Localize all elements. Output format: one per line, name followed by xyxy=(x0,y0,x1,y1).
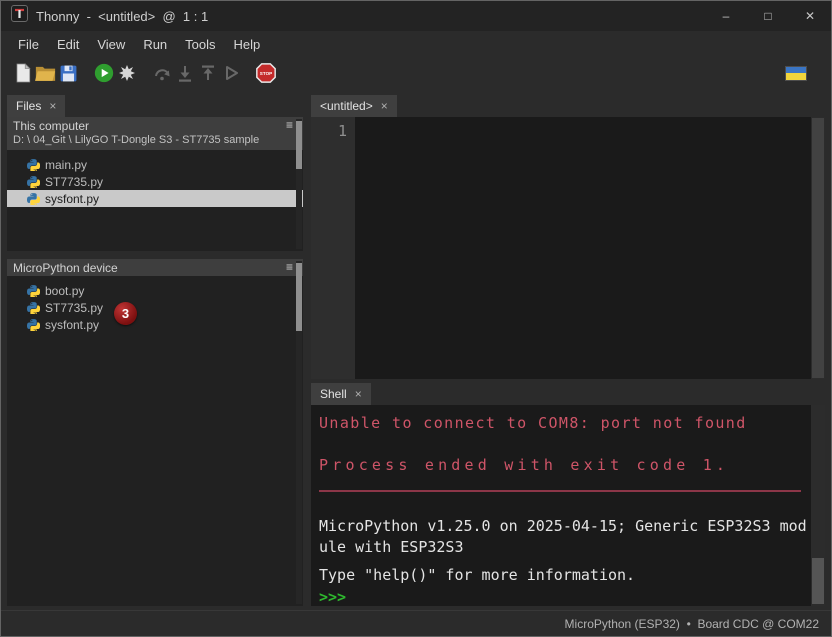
this-computer-header: This computer ≡ xyxy=(7,117,303,134)
pane-menu-icon[interactable]: ≡ xyxy=(286,260,293,274)
new-file-button[interactable] xyxy=(11,61,34,85)
step-out-icon xyxy=(198,63,218,83)
device-file-tree: boot.py ST7735.py sysfont.py xyxy=(7,276,303,333)
notification-badge: 3 xyxy=(114,302,137,325)
menu-item-help[interactable]: Help xyxy=(225,34,270,55)
shell-scrollbar[interactable] xyxy=(811,405,825,606)
save-icon xyxy=(59,64,78,83)
step-into-button[interactable] xyxy=(173,61,196,85)
this-computer-path: D: \ 04_Git \ LilyGO T-Dongle S3 - ST773… xyxy=(7,134,303,150)
menu-item-edit[interactable]: Edit xyxy=(48,34,88,55)
save-button[interactable] xyxy=(57,61,80,85)
thonny-window: Thonny - <untitled> @ 1 : 1 – □ ✕ File E… xyxy=(0,0,832,637)
shell: Unable to connect to COM8: port not foun… xyxy=(311,405,825,606)
run-button[interactable] xyxy=(92,61,115,85)
this-computer-pane: This computer ≡ D: \ 04_Git \ LilyGO T-D… xyxy=(7,117,303,251)
step-over-button[interactable] xyxy=(150,61,173,85)
resume-button[interactable] xyxy=(219,61,242,85)
titlebar[interactable]: Thonny - <untitled> @ 1 : 1 – □ ✕ xyxy=(1,1,831,31)
python-file-icon xyxy=(27,301,40,314)
shell-prompt[interactable]: >>> xyxy=(319,587,811,606)
shell-banner-line: MicroPython v1.25.0 on 2025-04-15; Gener… xyxy=(319,516,811,537)
line-number: 1 xyxy=(338,122,347,140)
python-file-icon xyxy=(27,158,40,171)
file-item-main-py[interactable]: main.py xyxy=(7,156,303,173)
editor-tab-close-icon[interactable]: × xyxy=(381,99,388,113)
menu-item-tools[interactable]: Tools xyxy=(176,34,224,55)
computer-file-tree: main.py ST7735.py sysfont.py xyxy=(7,150,303,207)
shell-output[interactable]: Unable to connect to COM8: port not foun… xyxy=(311,405,811,606)
micropython-device-pane: MicroPython device ≡ boot.py ST7735.py s… xyxy=(7,259,303,606)
maximize-button[interactable]: □ xyxy=(747,1,789,31)
window-controls: – □ ✕ xyxy=(705,1,831,31)
toolbar: STOP xyxy=(1,57,831,89)
svg-text:STOP: STOP xyxy=(259,71,271,76)
python-file-icon xyxy=(27,192,40,205)
editor: 1 xyxy=(311,117,825,379)
step-over-icon xyxy=(152,63,172,83)
device-files-scrollbar[interactable] xyxy=(296,261,302,604)
device-file-item-boot-py[interactable]: boot.py xyxy=(7,282,303,299)
line-number-gutter: 1 xyxy=(311,117,355,379)
ukraine-flag-icon[interactable] xyxy=(785,66,807,81)
stop-icon: STOP xyxy=(255,62,277,84)
shell-error-line: Process ended with exit code 1. xyxy=(319,455,811,476)
pane-menu-icon[interactable]: ≡ xyxy=(286,118,293,132)
menu-item-run[interactable]: Run xyxy=(134,34,176,55)
files-tab-close-icon[interactable]: × xyxy=(49,99,56,113)
menu-item-file[interactable]: File xyxy=(9,34,48,55)
files-scrollbar[interactable] xyxy=(296,119,302,249)
statusbar: MicroPython (ESP32) • Board CDC @ COM22 xyxy=(1,610,831,636)
editor-shell-column: <untitled> × 1 Shell × xyxy=(311,95,825,606)
window-title: Thonny - <untitled> @ 1 : 1 xyxy=(36,9,208,24)
device-header: MicroPython device ≡ xyxy=(7,259,303,276)
menu-item-view[interactable]: View xyxy=(88,34,134,55)
shell-banner-line: ule with ESP32S3 xyxy=(319,537,811,558)
thonny-logo-icon xyxy=(11,5,28,27)
file-item-sysfont-py[interactable]: sysfont.py xyxy=(7,190,303,207)
error-separator xyxy=(319,490,801,492)
shell-tab-close-icon[interactable]: × xyxy=(355,387,362,401)
python-file-icon xyxy=(27,175,40,188)
editor-tab[interactable]: <untitled> × xyxy=(311,95,397,117)
python-file-icon xyxy=(27,318,40,331)
resume-icon xyxy=(221,63,241,83)
step-out-button[interactable] xyxy=(196,61,219,85)
step-into-icon xyxy=(175,63,195,83)
code-area[interactable] xyxy=(355,117,811,379)
open-file-button[interactable] xyxy=(34,61,57,85)
stop-button[interactable]: STOP xyxy=(254,61,277,85)
shell-error-line: Unable to connect to COM8: port not foun… xyxy=(319,413,811,434)
debug-button[interactable] xyxy=(115,61,138,85)
menubar: File Edit View Run Tools Help xyxy=(1,31,831,57)
python-file-icon xyxy=(27,284,40,297)
files-tab[interactable]: Files × xyxy=(7,95,65,117)
debug-icon xyxy=(117,63,137,83)
close-button[interactable]: ✕ xyxy=(789,1,831,31)
main-area: Files × This computer ≡ D: \ 04_Git \ Li… xyxy=(1,89,831,610)
file-item-st7735-py[interactable]: ST7735.py xyxy=(7,173,303,190)
shell-tab[interactable]: Shell × xyxy=(311,383,371,405)
run-icon xyxy=(93,62,115,84)
device-file-item-sysfont-py[interactable]: sysfont.py xyxy=(7,316,303,333)
new-file-icon xyxy=(14,63,32,83)
device-file-item-st7735-py[interactable]: ST7735.py xyxy=(7,299,303,316)
files-panel: Files × This computer ≡ D: \ 04_Git \ Li… xyxy=(7,95,303,606)
backend-selector[interactable]: MicroPython (ESP32) • Board CDC @ COM22 xyxy=(565,617,819,631)
shell-help-line: Type "help()" for more information. xyxy=(319,565,811,586)
minimize-button[interactable]: – xyxy=(705,1,747,31)
open-folder-icon xyxy=(35,64,56,82)
editor-scrollbar[interactable] xyxy=(811,117,825,379)
